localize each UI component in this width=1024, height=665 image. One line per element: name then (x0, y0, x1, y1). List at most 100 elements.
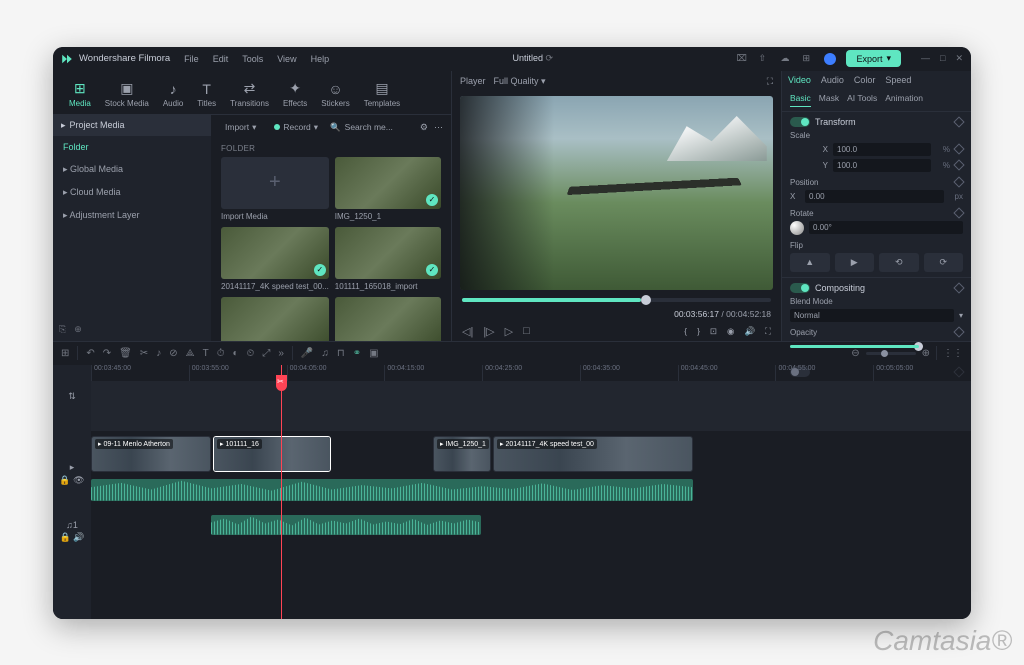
project-media-header[interactable]: ▸ Project Media (53, 115, 211, 136)
display-icon[interactable]: ⊡ (710, 326, 717, 337)
tl-list-icon[interactable]: ⋮⋮ (943, 348, 963, 359)
filter-icon[interactable]: ⚙ (420, 122, 428, 133)
play-icon[interactable]: ▷ (505, 325, 513, 338)
timeline-ruler[interactable]: 00:03:45:0000:03:55:0000:04:05:0000:04:1… (91, 365, 971, 381)
new-folder-icon[interactable]: ⊕ (74, 324, 82, 335)
rotate-keyframe-icon[interactable] (953, 207, 964, 218)
import-dropdown[interactable]: Import ▾ (219, 120, 262, 135)
scale-x-input[interactable]: 100.0 (833, 143, 931, 156)
close-icon[interactable]: ✕ (955, 53, 963, 64)
media-thumb[interactable]: ✓101111_165018_import (335, 227, 441, 291)
bracket-in-icon[interactable]: { (684, 326, 687, 337)
tl-zoom-slider[interactable] (866, 352, 916, 355)
tl-speed-icon[interactable]: ⏱ (217, 348, 225, 359)
tl-redo-icon[interactable]: ↷ (103, 348, 111, 359)
tl-zoom-in-icon[interactable]: ⊕ (922, 348, 930, 359)
quality-dropdown[interactable]: Full Quality ▾ (494, 76, 546, 87)
tl-expand-icon[interactable]: ⤢ (262, 348, 270, 359)
tab-video[interactable]: Video (788, 75, 811, 85)
compositing-toggle[interactable] (790, 283, 810, 293)
scrub-bar[interactable] (462, 298, 771, 302)
subtab-basic[interactable]: Basic (790, 93, 811, 107)
music-clip[interactable]: ♫ Mountains & Meadows (211, 515, 481, 535)
record-dropdown[interactable]: Record ▾ (268, 120, 324, 135)
camera-icon[interactable]: ◉ (727, 326, 734, 337)
opacity-keyframe-icon[interactable] (953, 326, 964, 337)
tl-swap-icon[interactable]: ⇅ (68, 391, 76, 402)
tab-color[interactable]: Color (854, 75, 876, 85)
tl-grid-icon[interactable]: ⊞ (61, 348, 69, 359)
prev-frame-icon[interactable]: ◁| (462, 325, 473, 338)
menu-file[interactable]: File (184, 54, 199, 64)
media-thumb[interactable]: ✓IMG_1250_1 (335, 157, 441, 221)
player-tab[interactable]: Player (460, 76, 486, 86)
maximize-icon[interactable]: □ (940, 53, 945, 64)
subtab-animation[interactable]: Animation (885, 93, 923, 107)
tool-stock-media[interactable]: ▣Stock Media (99, 78, 155, 111)
audio-waveform-track[interactable] (91, 477, 971, 503)
media-thumb[interactable] (221, 297, 329, 341)
rotate-dial[interactable] (790, 221, 804, 235)
track-audio-icon[interactable]: ♫1 (66, 520, 78, 530)
media-thumb[interactable] (335, 297, 441, 341)
more-icon[interactable]: ⋯ (434, 122, 443, 133)
rotate-input[interactable]: 0.00° (809, 221, 963, 234)
tl-cut-icon[interactable]: ✂ (140, 348, 148, 359)
user-avatar[interactable] (824, 53, 836, 65)
pos-x-input[interactable]: 0.00 (805, 190, 944, 203)
volume-icon[interactable]: 🔊 (744, 326, 755, 337)
menu-tools[interactable]: Tools (242, 54, 263, 64)
menu-view[interactable]: View (277, 54, 296, 64)
transform-toggle[interactable] (790, 117, 810, 127)
tool-transitions[interactable]: ⇄Transitions (224, 78, 275, 111)
sidebar-item-cloud-media[interactable]: ▸ Cloud Media (53, 181, 211, 204)
step-back-icon[interactable]: |▷ (483, 325, 494, 338)
tl-crop-icon[interactable]: ⟁ (186, 348, 195, 359)
timeline-clip[interactable]: ▸ 09-11 Menlo Atherton (91, 436, 211, 472)
search-input[interactable]: 🔍 Search me... (330, 122, 414, 133)
tl-deny-icon[interactable]: ⊘ (169, 348, 177, 359)
snapshot-icon[interactable]: ⛶ (767, 76, 773, 87)
music-track[interactable]: ♫ Mountains & Meadows (91, 513, 971, 539)
video-track[interactable]: ▸ 09-11 Menlo Atherton▸ 101111_16▸ IMG_1… (91, 433, 971, 475)
subtab-aitools[interactable]: AI Tools (847, 93, 877, 107)
transform-keyframe-icon[interactable] (953, 116, 964, 127)
scale-y-input[interactable]: 100.0 (833, 159, 931, 172)
timeline-clip[interactable]: ▸ 101111_16 (213, 436, 331, 472)
flip-h-button[interactable]: ▲ (790, 253, 830, 272)
timeline-clip[interactable]: ▸ 20141117_4K speed test_00 (493, 436, 693, 472)
playhead[interactable] (281, 365, 282, 619)
tl-undo-icon[interactable]: ↶ (86, 348, 94, 359)
scale-x-keyframe-icon[interactable] (953, 143, 964, 154)
tl-delete-icon[interactable]: 🗑 (119, 348, 132, 359)
compositing-keyframe-icon[interactable] (953, 282, 964, 293)
subtab-mask[interactable]: Mask (819, 93, 839, 107)
tl-mixer-icon[interactable]: ♫ (321, 348, 329, 359)
apps-icon[interactable]: ⊞ (802, 53, 814, 65)
folder-out-icon[interactable]: ⎘ (59, 324, 66, 335)
minimize-icon[interactable]: — (921, 53, 930, 64)
tab-audio[interactable]: Audio (821, 75, 844, 85)
blend-mode-dropdown[interactable]: Normal (790, 309, 954, 322)
tl-magnet-icon[interactable]: ⊓ (337, 348, 345, 359)
track-video-icon[interactable]: ▸ (70, 462, 75, 473)
bracket-out-icon[interactable]: } (697, 326, 700, 337)
stop-icon[interactable]: □ (523, 325, 530, 337)
media-thumb[interactable]: ✓20141117_4K speed test_00... (221, 227, 329, 291)
tab-speed[interactable]: Speed (885, 75, 911, 85)
preview-canvas[interactable] (460, 96, 773, 290)
menu-edit[interactable]: Edit (213, 54, 229, 64)
flip-rotate-button[interactable]: ⟲ (879, 253, 919, 272)
cloud-upload-icon[interactable]: ⇧ (758, 53, 770, 65)
tl-timer-icon[interactable]: ⏲ (247, 348, 255, 359)
tool-audio[interactable]: ♪Audio (157, 78, 189, 111)
cloud-icon[interactable]: ☁ (780, 53, 792, 65)
tl-zoom-out-icon[interactable]: ⊖ (851, 348, 859, 359)
tool-stickers[interactable]: ☺Stickers (315, 78, 355, 111)
tl-color-icon[interactable]: ◐ (233, 348, 239, 359)
scale-y-keyframe-icon[interactable] (953, 159, 964, 170)
tl-marker-icon[interactable]: ▣ (369, 348, 378, 359)
flip-reset-button[interactable]: ⟳ (924, 253, 964, 272)
tool-titles[interactable]: TTitles (191, 78, 222, 111)
tl-link-icon[interactable]: ⚭ (353, 348, 361, 359)
